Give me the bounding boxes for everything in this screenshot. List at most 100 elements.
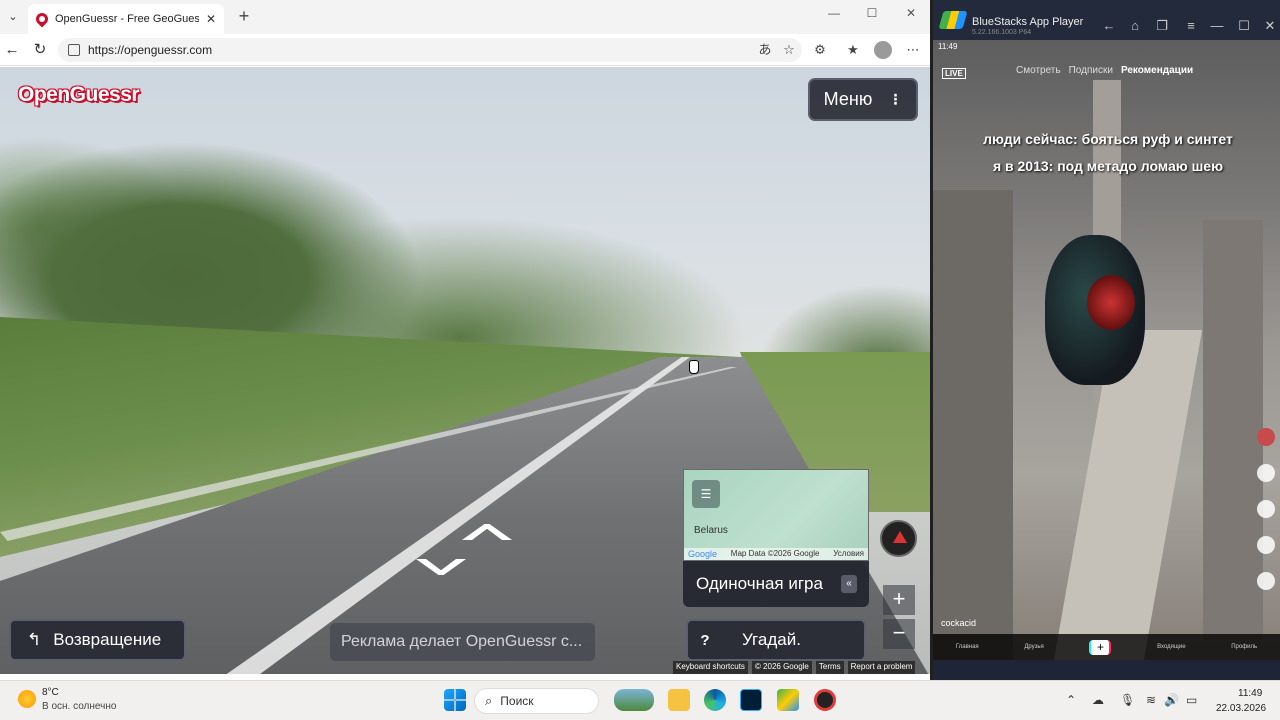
bluestacks-title: BlueStacks App Player xyxy=(972,16,1084,28)
clock-time[interactable]: 11:49 xyxy=(1238,688,1262,699)
street-view-panorama[interactable]: OpenGuessr Меню ⋮ ☰ Belarus Google Map D… xyxy=(0,67,930,674)
tab-following[interactable]: Подписки xyxy=(1069,65,1113,76)
microphone-icon[interactable]: 🎙 xyxy=(1120,693,1135,707)
like-heart-icon[interactable] xyxy=(1257,464,1275,482)
photoshop-icon[interactable] xyxy=(740,689,762,711)
compass-icon[interactable] xyxy=(880,520,917,557)
weather-desc[interactable]: В осн. солнечно xyxy=(42,701,116,712)
bluestacks-bottom-bar xyxy=(933,660,1280,680)
hand-cursor-icon xyxy=(689,360,699,374)
widgets-icon[interactable] xyxy=(614,689,654,711)
edge-browser-icon[interactable] xyxy=(704,689,726,711)
ad-banner[interactable]: Реклама делает OpenGuessr с... xyxy=(330,623,595,661)
concrete-wall xyxy=(933,190,1013,660)
return-icon: ↰ xyxy=(27,630,42,649)
kebab-icon: ⋮ xyxy=(888,91,903,107)
minimize-icon[interactable]: — xyxy=(1209,18,1225,33)
comment-icon[interactable] xyxy=(1257,500,1275,518)
home-icon[interactable]: ⌂ xyxy=(1127,18,1143,33)
app-taskbar-icon[interactable] xyxy=(814,689,836,711)
menu-icon[interactable]: ≡ xyxy=(1183,18,1199,33)
create-plus-icon[interactable]: + xyxy=(1089,639,1112,655)
share-icon[interactable] xyxy=(1257,572,1275,590)
tray-expand-icon[interactable]: ⌃ xyxy=(1066,693,1076,707)
tab-watch[interactable]: Смотреть xyxy=(1016,65,1061,76)
return-button[interactable]: ↰ Возвращение xyxy=(9,619,186,661)
translate-icon[interactable]: あ xyxy=(756,41,774,59)
tab-actions-menu-icon[interactable]: ⌄ xyxy=(4,8,22,26)
single-player-mode-button[interactable]: Одиночная игра « xyxy=(683,561,869,607)
tray-network-app-icon[interactable]: ☁ xyxy=(1092,693,1104,707)
back-arrow-icon[interactable]: ← xyxy=(2,40,22,60)
openguessr-favicon-icon xyxy=(33,10,51,28)
map-settings-icon[interactable]: ☰ xyxy=(692,480,720,508)
menu-label: Меню xyxy=(823,89,873,109)
building xyxy=(1203,220,1263,640)
tiktok-video-screen[interactable]: 11:49 LIVE Смотреть Подписки Рекомендаци… xyxy=(933,40,1280,660)
windows-taskbar: 8°C В осн. солнечно ⌕ Поиск ⌃ ☁ 🎙 ≋ 🔊 ▭ … xyxy=(0,680,1280,720)
favorites-icon[interactable]: ★ xyxy=(844,41,862,59)
map-terms-link[interactable]: Условия xyxy=(833,549,864,559)
zoom-in-button[interactable]: + xyxy=(883,585,915,615)
maximize-icon[interactable]: ☐ xyxy=(1236,18,1252,34)
bluestacks-logo-icon xyxy=(938,11,968,29)
clock-date[interactable]: 22.03.2026 xyxy=(1216,703,1266,714)
guess-button[interactable]: ? Угадай. xyxy=(686,619,866,661)
nav-profile[interactable]: Профиль xyxy=(1231,644,1257,650)
wifi-icon[interactable]: ≋ xyxy=(1146,693,1156,707)
live-button[interactable]: LIVE xyxy=(942,68,966,79)
help-icon: ? xyxy=(700,631,710,649)
back-icon[interactable]: ← xyxy=(1101,18,1117,33)
more-options-icon[interactable]: ⋯ xyxy=(904,41,922,59)
browser-window: ⌄ OpenGuessr - Free GeoGuessr Alte ✕ + —… xyxy=(0,0,930,680)
keyboard-shortcuts-link[interactable]: Keyboard shortcuts xyxy=(673,661,748,674)
nav-inbox[interactable]: Входящие xyxy=(1157,644,1185,650)
zoom-out-button[interactable]: − xyxy=(883,619,915,649)
menu-button[interactable]: Меню ⋮ xyxy=(808,78,918,121)
return-label: Возвращение xyxy=(53,630,162,649)
creator-avatar-icon[interactable] xyxy=(1257,428,1275,446)
recent-apps-icon[interactable]: ❐ xyxy=(1154,18,1170,34)
guess-minimap[interactable]: ☰ Belarus Google Map Data ©2026 Google У… xyxy=(683,469,869,561)
bluestacks-taskbar-icon[interactable] xyxy=(777,689,799,711)
windows-start-icon[interactable] xyxy=(444,689,466,711)
bookmark-icon[interactable] xyxy=(1257,536,1275,554)
openguessr-logo[interactable]: OpenGuessr xyxy=(18,83,140,107)
weather-temp[interactable]: 8°C xyxy=(42,687,59,698)
expand-chevron-icon[interactable]: « xyxy=(841,575,857,593)
minimize-button[interactable]: — xyxy=(824,6,844,20)
tab-bar: ⌄ OpenGuessr - Free GeoGuessr Alte ✕ + —… xyxy=(0,0,930,34)
bluestacks-version: 5.22.166.1003 P64 xyxy=(972,29,1032,36)
google-logo: Google xyxy=(688,549,718,559)
extensions-icon[interactable]: ⚙ xyxy=(811,41,829,59)
terms-link[interactable]: Terms xyxy=(815,661,844,674)
bluestacks-titlebar: BlueStacks App Player 5.22.166.1003 P64 … xyxy=(933,0,1280,40)
report-problem-link[interactable]: Report a problem xyxy=(847,661,916,674)
close-icon[interactable]: ✕ xyxy=(1262,18,1278,34)
video-author[interactable]: cockacid xyxy=(941,618,976,628)
map-credit: Google Map Data ©2026 Google Условия xyxy=(684,548,868,560)
battery-icon[interactable]: ▭ xyxy=(1186,693,1197,707)
weather-sun-icon[interactable] xyxy=(18,690,36,708)
maximize-button[interactable]: ☐ xyxy=(862,6,882,20)
nav-friends[interactable]: Друзья xyxy=(1024,644,1043,650)
site-info-icon[interactable] xyxy=(68,44,80,56)
taskbar-search[interactable]: ⌕ Поиск xyxy=(474,688,599,714)
tab-for-you[interactable]: Рекомендации xyxy=(1121,65,1193,76)
nav-home[interactable]: Главная xyxy=(956,644,979,650)
reload-icon[interactable]: ↻ xyxy=(30,40,50,60)
rooster-image xyxy=(1045,235,1145,385)
profile-avatar-icon[interactable] xyxy=(874,41,892,59)
volume-icon[interactable]: 🔊 xyxy=(1164,693,1179,707)
file-explorer-icon[interactable] xyxy=(668,689,690,711)
tab-close-icon[interactable]: ✕ xyxy=(206,12,216,26)
tab-openguessr[interactable]: OpenGuessr - Free GeoGuessr Alte ✕ xyxy=(28,4,224,34)
url-field[interactable]: https://openguessr.com xyxy=(58,38,802,62)
search-placeholder: Поиск xyxy=(500,694,534,708)
favorite-star-icon[interactable]: ☆ xyxy=(780,41,798,59)
map-data-text: Map Data ©2026 Google xyxy=(730,549,820,558)
android-status-time: 11:49 xyxy=(938,42,958,51)
close-window-button[interactable]: ✕ xyxy=(901,6,921,20)
new-tab-button[interactable]: + xyxy=(234,6,254,26)
tiktok-bottom-nav: Главная Друзья + Входящие Профиль xyxy=(933,634,1280,660)
